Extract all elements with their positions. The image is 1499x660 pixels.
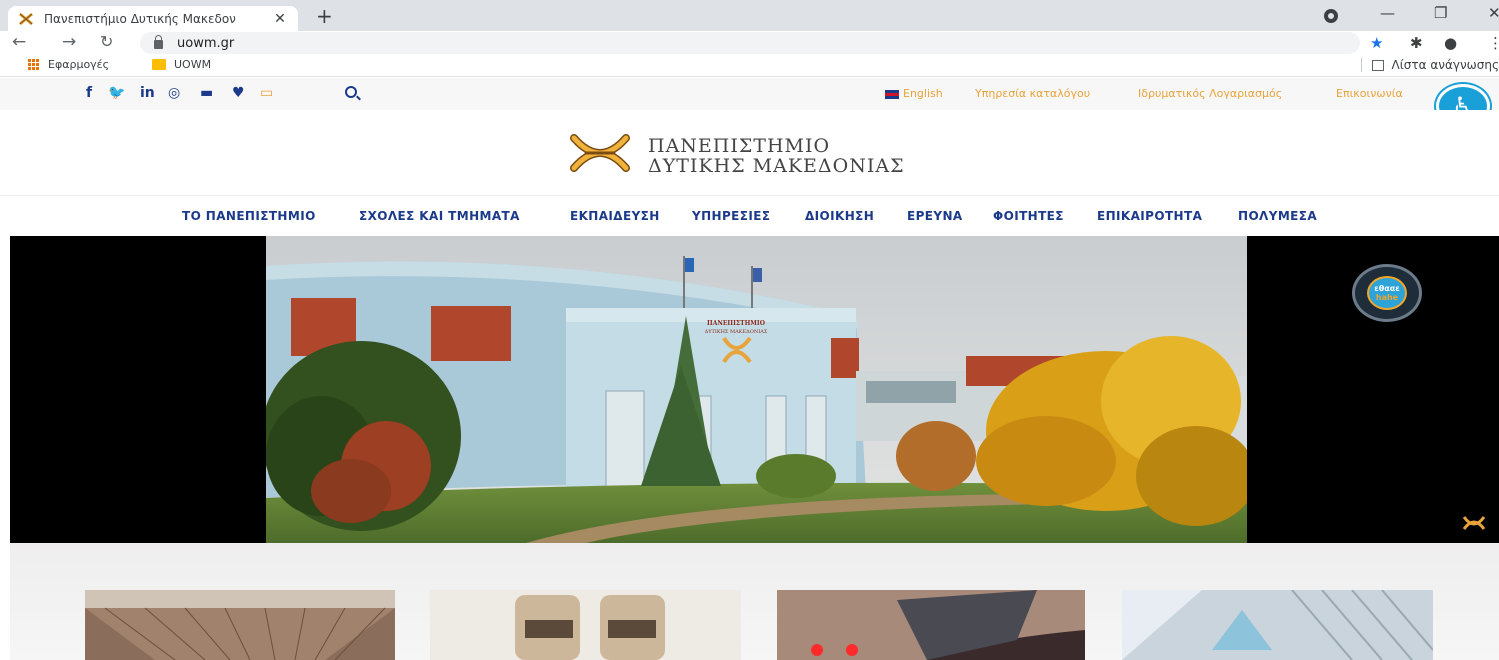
lock-icon [154, 35, 163, 49]
hero-logo-icon [1462, 516, 1486, 530]
address-bar: ← → ↻ uowm.gr ★ ✱ ● ⋮ [0, 31, 1499, 55]
hahe-badge-inner: εθααε hahe [1367, 276, 1407, 310]
nav-education[interactable]: ΕΚΠΑΙΔΕΥΣΗ [570, 209, 660, 223]
university-name[interactable]: ΠΑΝΕΠΙΣΤΗΜΙΟ ΔΥΤΙΚΗΣ ΜΑΚΕΔΟΝΙΑΣ [648, 136, 905, 176]
linkedin-icon[interactable]: in [140, 85, 155, 101]
english-link[interactable]: English [885, 87, 943, 100]
extensions-icon[interactable]: ✱ [1410, 34, 1423, 52]
url-text: uowm.gr [177, 35, 235, 51]
site-top-bar: f 🐦 in ◎ ▬ ♥ ▭ English Υπηρεσία καταλόγο… [0, 78, 1499, 110]
youtube-icon[interactable]: ▬ [200, 85, 213, 101]
university-name-line2: ΔΥΤΙΚΗΣ ΜΑΚΕΔΟΝΙΑΣ [648, 155, 905, 177]
nav-students[interactable]: ΦΟΙΤΗΤΕΣ [993, 209, 1064, 223]
catalog-link[interactable]: Υπηρεσία καταλόγου [975, 87, 1090, 100]
hahe-certification-badge[interactable]: εθααε hahe [1352, 264, 1422, 322]
omnibox[interactable]: uowm.gr [140, 32, 1360, 54]
contact-link[interactable]: Επικοινωνία [1336, 87, 1403, 100]
account-icon[interactable]: ● [1444, 34, 1457, 52]
feature-card-2[interactable] [430, 590, 741, 660]
reading-list-icon [1371, 59, 1384, 71]
menu-icon[interactable]: ⋮ [1488, 34, 1499, 52]
active-tab[interactable]: Πανεπιστήμιο Δυτικής Μακεδον ✕ [8, 6, 298, 31]
browser-window: Πανεπιστήμιο Δυτικής Μακεδον ✕ + — ❐ ✕ ←… [0, 0, 1499, 660]
campus-photo: ΠΑΝΕΠΙΣΤΗΜΙΟ ΔΥΤΙΚΗΣ ΜΑΚΕΔΟΝΙΑΣ [266, 236, 1247, 543]
hero-sign-line2: ΔΥΤΙΚΗΣ ΜΑΚΕΔΟΝΙΑΣ [705, 329, 768, 335]
tab-bar: Πανεπιστήμιο Δυτικής Μακεδον ✕ + — ❐ ✕ [0, 0, 1499, 31]
nav-services[interactable]: ΥΠΗΡΕΣΙΕΣ [692, 209, 770, 223]
apps-grid-icon [28, 58, 40, 71]
feature-card-4-image [1122, 590, 1433, 660]
nav-news[interactable]: ΕΠΙΚΑΙΡΟΤΗΤΑ [1097, 209, 1202, 223]
twitter-icon[interactable]: 🐦 [108, 85, 125, 101]
bookmark-apps[interactable]: Εφαρμογές [28, 58, 109, 71]
feature-card-1-image [85, 590, 395, 660]
uk-flag-icon [885, 89, 899, 99]
profile-indicator-icon[interactable] [1324, 9, 1338, 23]
tab-close-icon[interactable]: ✕ [272, 11, 288, 27]
feature-card-3[interactable] [777, 590, 1085, 660]
bookmark-uowm-label: UOWM [174, 58, 212, 71]
feature-card-4[interactable] [1122, 590, 1433, 660]
reload-icon[interactable]: ↻ [100, 32, 113, 51]
hero-sign-line1: ΠΑΝΕΠΙΣΤΗΜΙΟ [707, 320, 765, 327]
folder-icon [152, 59, 166, 70]
reading-list-label: Λίστα ανάγνωσης [1391, 58, 1499, 72]
nav-schools-departments[interactable]: ΣΧΟΛΕΣ ΚΑΙ ΤΜΗΜΑΤΑ [359, 209, 520, 223]
bookmark-apps-label: Εφαρμογές [48, 58, 110, 71]
nav-multimedia[interactable]: ΠΟΛΥΜΕΣΑ [1238, 209, 1317, 223]
new-tab-icon[interactable]: + [316, 4, 333, 28]
account-link[interactable]: Ιδρυματικός Λογαριασμός [1138, 87, 1282, 100]
search-icon[interactable] [345, 86, 357, 98]
bookmarks-divider [1360, 58, 1362, 72]
main-navigation: ΤΟ ΠΑΝΕΠΙΣΤΗΜΙΟ ΣΧΟΛΕΣ ΚΑΙ ΤΜΗΜΑΤΑ ΕΚΠΑΙ… [0, 196, 1499, 236]
english-label: English [903, 87, 943, 100]
campus-illustration: ΠΑΝΕΠΙΣΤΗΜΙΟ ΔΥΤΙΚΗΣ ΜΑΚΕΔΟΝΙΑΣ [266, 236, 1247, 543]
bookmark-star-icon[interactable]: ★ [1370, 34, 1383, 52]
minimize-icon[interactable]: — [1380, 4, 1395, 22]
hahe-badge-line1: εθααε [1374, 284, 1400, 293]
forward-icon[interactable]: → [62, 32, 76, 52]
university-name-line1: ΠΑΝΕΠΙΣΤΗΜΙΟ [648, 135, 831, 157]
nav-administration[interactable]: ΔΙΟΙΚΗΣΗ [805, 209, 874, 223]
feature-card-3-image [777, 590, 1085, 660]
feature-card-2-image [430, 590, 741, 660]
location-icon[interactable]: ♥ [232, 85, 245, 101]
hahe-badge-line2: hahe [1375, 293, 1399, 302]
uowm-favicon-icon [19, 12, 33, 25]
hero-slider[interactable]: ΠΑΝΕΠΙΣΤΗΜΙΟ ΔΥΤΙΚΗΣ ΜΑΚΕΔΟΝΙΑΣ [10, 236, 1499, 543]
site-header: ΠΑΝΕΠΙΣΤΗΜΙΟ ΔΥΤΙΚΗΣ ΜΑΚΕΔΟΝΙΑΣ [0, 110, 1499, 196]
nav-university[interactable]: ΤΟ ΠΑΝΕΠΙΣΤΗΜΙΟ [182, 209, 316, 223]
bookmarks-bar: Εφαρμογές UOWM Λίστα ανάγνωσης [0, 55, 1499, 77]
bookmark-uowm[interactable]: UOWM [152, 58, 211, 71]
feature-card-1[interactable] [85, 590, 395, 660]
university-logo-icon[interactable] [568, 134, 632, 172]
nav-research[interactable]: ΕΡΕΥΝΑ [907, 209, 963, 223]
facebook-icon[interactable]: f [86, 85, 92, 101]
restore-icon[interactable]: ❐ [1434, 4, 1447, 22]
instagram-icon[interactable]: ◎ [168, 85, 180, 101]
tab-title: Πανεπιστήμιο Δυτικής Μακεδον [44, 11, 236, 26]
tv-icon[interactable]: ▭ [260, 85, 273, 101]
reading-list-button[interactable]: Λίστα ανάγνωσης [1360, 58, 1499, 72]
window-close-icon[interactable]: ✕ [1488, 4, 1499, 22]
back-icon[interactable]: ← [12, 32, 26, 52]
